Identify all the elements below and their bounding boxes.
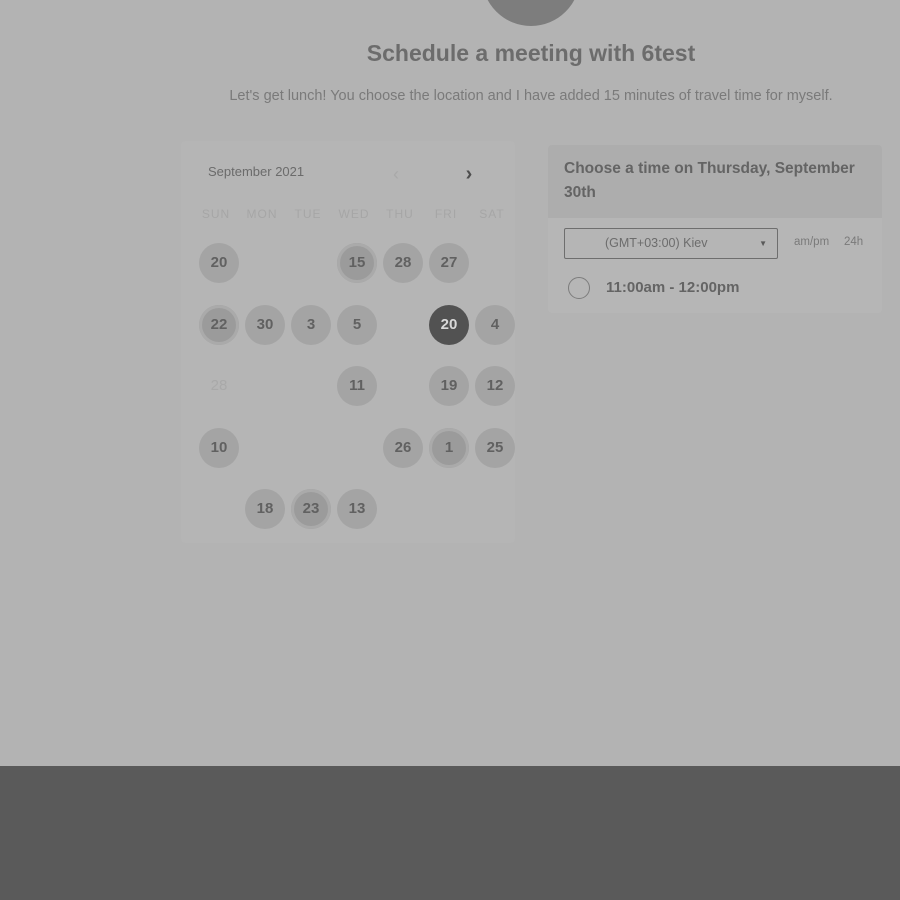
time-slot-radio[interactable]	[568, 277, 590, 299]
calendar-day: 28	[210, 377, 228, 394]
scheduling-page: Schedule a meeting with 6test Let's get …	[0, 0, 900, 766]
selected-date-heading: Choose a time on Thursday, September 30t…	[564, 160, 855, 201]
calendar-day[interactable]: 30	[245, 305, 285, 345]
calendar-month-label: September 2021	[208, 164, 305, 179]
time-slot-panel: Choose a time on Thursday, September 30t…	[548, 145, 882, 313]
weekday-label: TUE	[294, 207, 322, 221]
calendar-day[interactable]: 4	[475, 305, 515, 345]
calendar-day[interactable]: 1	[429, 428, 469, 468]
timezone-value: (GMT+03:00) Kiev	[605, 236, 708, 250]
selected-day[interactable]: 20	[429, 305, 469, 345]
time-panel-header: Choose a time on Thursday, September 30t…	[548, 145, 882, 218]
calendar-day[interactable]: 11	[337, 366, 377, 406]
weekday-label: SUN	[201, 207, 231, 221]
previous-month-icon: ‹	[393, 164, 399, 184]
time-slot-label[interactable]: 11:00am - 12:00pm	[606, 279, 739, 296]
page-title: Schedule a meeting with 6test	[366, 40, 696, 66]
calendar-day[interactable]: 13	[337, 489, 377, 529]
calendar-day[interactable]: 23	[291, 489, 331, 529]
calendar-day[interactable]: 27	[429, 243, 469, 283]
next-month-icon[interactable]: ›	[459, 164, 479, 184]
timezone-select[interactable]: (GMT+03:00) Kiev ▼	[564, 228, 778, 259]
weekday-header: SUN MON TUE WED THU FRI SAT	[193, 207, 517, 223]
weekday-label: FRI	[434, 207, 458, 221]
calendar-day[interactable]: 3	[291, 305, 331, 345]
weekday-label: THU	[386, 207, 414, 221]
weekday-label: MON	[246, 207, 278, 221]
calendar-day[interactable]: 5	[337, 305, 377, 345]
calendar-day[interactable]: 22	[199, 305, 239, 345]
calendar-day[interactable]: 18	[245, 489, 285, 529]
weekday-label: SAT	[479, 207, 505, 221]
calendar-day[interactable]: 20	[199, 243, 239, 283]
format-24h-toggle[interactable]: 24h	[844, 236, 863, 248]
format-ampm-toggle[interactable]: am/pm	[794, 236, 829, 248]
calendar-day[interactable]: 12	[475, 366, 515, 406]
calendar-day[interactable]: 19	[429, 366, 469, 406]
calendar-day[interactable]: 26	[383, 428, 423, 468]
page-footer	[0, 766, 900, 900]
calendar-day[interactable]: 15	[337, 243, 377, 283]
date-picker-calendar: September 2021 ‹ › SUN MON TUE WED THU FRI SAT…	[181, 141, 515, 543]
calendar-day[interactable]: 25	[475, 428, 515, 468]
page-subtitle: Let's get lunch! You choose the location…	[229, 88, 833, 104]
calendar-day[interactable]: 10	[199, 428, 239, 468]
host-avatar	[482, 0, 580, 26]
weekday-label: WED	[338, 207, 370, 221]
calendar-day[interactable]: 28	[383, 243, 423, 283]
chevron-down-icon: ▼	[759, 239, 767, 248]
